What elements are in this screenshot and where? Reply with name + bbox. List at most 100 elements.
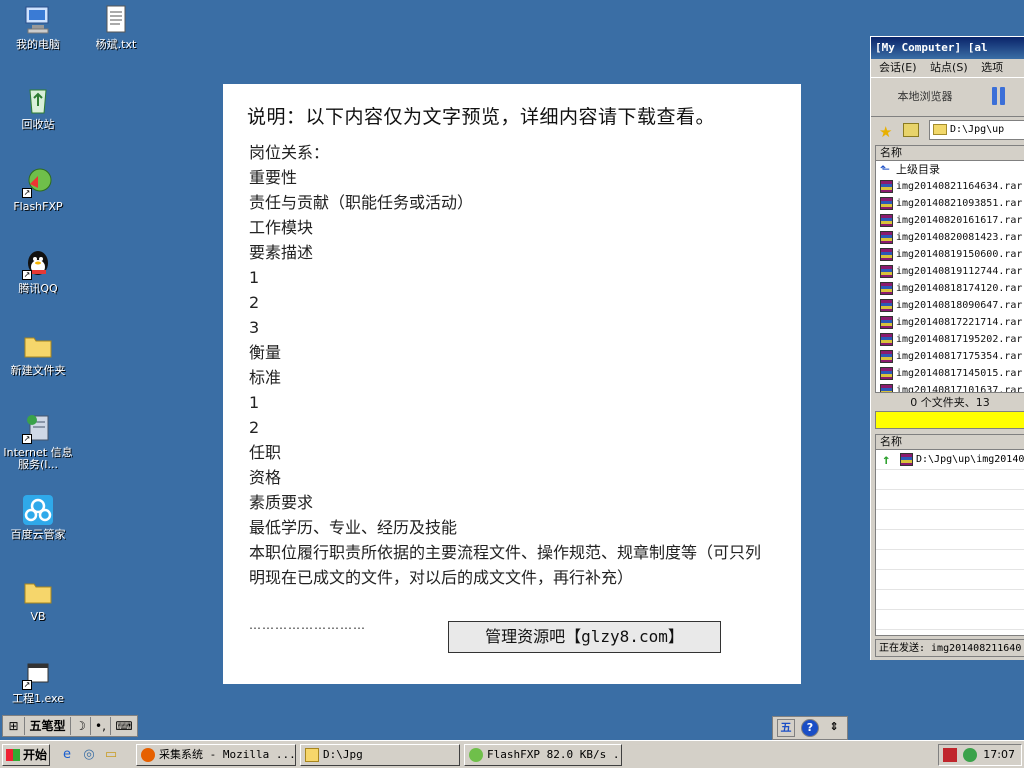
clock[interactable]: 17:07 (983, 745, 1015, 765)
window-title[interactable]: [My Computer] [al (871, 37, 1024, 59)
file-list: 名称 ⬑ 上级目录 img20140821164634.rar img201408… (875, 145, 1024, 393)
list-item[interactable]: img20140819150600.rar (876, 246, 1024, 263)
document-line: 1 (249, 393, 260, 412)
desktop-icon-qq[interactable]: ↗ 腾讯QQ (0, 248, 76, 295)
path-field[interactable]: D:\Jpg\up (929, 120, 1024, 140)
punctuation-toggle[interactable]: •, (91, 717, 111, 735)
rar-archive-icon (880, 197, 893, 210)
list-item-label: img20140820081423.rar (896, 232, 1023, 243)
task-flashfxp[interactable]: FlashFXP 82.0 KB/s ... (464, 744, 622, 766)
help-icon[interactable]: ? (801, 719, 819, 737)
menu-sites[interactable]: 站点(S) (930, 61, 968, 74)
system-tray: 17:07 (938, 744, 1022, 766)
pause-icon[interactable] (989, 87, 1009, 107)
ime-mode[interactable]: 五笔型 (25, 717, 71, 735)
options-arrow-icon[interactable]: ⇕ (825, 719, 843, 737)
desktop-icon-vb-folder[interactable]: VB (0, 576, 76, 623)
desktop-icon-label: 腾讯QQ (18, 282, 58, 295)
desktop-icon-label: 百度云管家 (10, 528, 66, 541)
list-item[interactable]: img20140820081423.rar (876, 229, 1024, 246)
desktop-icon-baidu-cloud[interactable]: 百度云管家 (0, 494, 76, 541)
list-item[interactable]: img20140817175354.rar (876, 348, 1024, 365)
text-file-icon (100, 4, 132, 36)
document-line: 岗位关系： (249, 143, 330, 162)
queue-item[interactable]: ↑ D:\Jpg\up\img20140 (876, 450, 1024, 470)
exe-icon: ↗ (22, 658, 54, 690)
download-banner[interactable]: 管理资源吧【glzy8.com】 (448, 621, 721, 653)
language-indicator[interactable]: 五 (777, 719, 795, 737)
task-folder[interactable]: D:\Jpg (300, 744, 460, 766)
shortcut-arrow-icon: ↗ (22, 188, 32, 198)
column-header-name[interactable]: 名称 (876, 146, 1024, 161)
shortcut-arrow-icon: ↗ (22, 270, 32, 280)
start-button[interactable]: 开始 (2, 744, 50, 766)
document-line: 衡量 (249, 343, 282, 362)
list-item-label: img20140818090647.rar (896, 300, 1023, 311)
explorer-folder-icon[interactable]: ▭ (102, 746, 120, 764)
list-item[interactable]: img20140819112744.rar (876, 263, 1024, 280)
desktop-icon-recycle-bin[interactable]: 回收站 (0, 84, 76, 131)
task-firefox[interactable]: 采集系统 - Mozilla ... (136, 744, 296, 766)
local-browser-button[interactable]: 本地浏览器 (877, 84, 973, 110)
list-item[interactable]: img20140820161617.rar (876, 212, 1024, 229)
document-title: 说明：以下内容仅为文字预览，详细内容请下载查看。 (247, 106, 716, 128)
ie-icon[interactable]: e (58, 746, 76, 764)
taskbar: 开始 e ◎ ▭ 采集系统 - Mozilla ... D:\Jpg Flash… (0, 740, 1024, 768)
flashfxp-icon: ↗ (22, 166, 54, 198)
queue-empty-row (876, 550, 1024, 570)
windows-logo-icon (6, 749, 20, 761)
queue-empty-row (876, 490, 1024, 510)
document-line: 素质要求 (249, 493, 314, 512)
list-item-label: img20140819112744.rar (896, 266, 1023, 277)
desktop-icon-label: 新建文件夹 (10, 364, 66, 377)
document-line: 1 (249, 268, 260, 287)
qq-icon: ↗ (22, 248, 54, 280)
queue-empty-row (876, 610, 1024, 630)
menu-session[interactable]: 会话(E) (879, 61, 917, 74)
rar-archive-icon (880, 299, 893, 312)
ime-logo-icon[interactable]: ⊞ (3, 717, 25, 735)
folder-icon (933, 124, 947, 135)
rar-archive-icon (880, 350, 893, 363)
rar-archive-icon (900, 453, 913, 466)
rar-archive-icon (880, 384, 893, 392)
desktop-icon-exe[interactable]: ↗ 工程1.exe (0, 658, 76, 705)
list-item[interactable]: img20140821164634.rar (876, 178, 1024, 195)
queue-column-header[interactable]: 名称 (876, 435, 1024, 450)
document-line: 最低学历、专业、经历及技能 (249, 518, 458, 537)
list-item-label: img20140817175354.rar (896, 351, 1023, 362)
list-item-label: img20140817101637.rar (896, 385, 1023, 393)
network-tray-icon[interactable] (963, 748, 977, 762)
soft-keyboard-icon[interactable]: ⌨ (111, 717, 137, 735)
document-line: 2 (249, 293, 260, 312)
list-item[interactable]: img20140818174120.rar (876, 280, 1024, 297)
favorite-star-icon[interactable]: ★ (879, 123, 892, 141)
menu-options[interactable]: 选项 (981, 61, 1003, 74)
send-status: 正在发送: img201408211640 (875, 639, 1024, 657)
list-item[interactable]: img20140817195202.rar (876, 331, 1024, 348)
ime-toolbar: ⊞ 五笔型 ☽ •, ⌨ (2, 715, 138, 737)
upload-arrow-icon: ↑ (882, 452, 891, 468)
firefox-icon (141, 748, 155, 762)
list-item[interactable]: img20140817145015.rar (876, 365, 1024, 382)
outlook-icon[interactable]: ◎ (80, 746, 98, 764)
desktop-icon-label: FlashFXP (13, 200, 63, 213)
list-item[interactable]: img20140817221714.rar (876, 314, 1024, 331)
desktop-icon-iis[interactable]: ↗ Internet 信息服务(I... (0, 412, 76, 471)
menu-bar: 会话(E) 站点(S) 选项 (871, 59, 1024, 77)
antivirus-tray-icon[interactable] (943, 748, 957, 762)
desktop-icon-new-folder[interactable]: 新建文件夹 (0, 330, 76, 377)
desktop-icon-text-file[interactable]: 杨斌.txt (78, 4, 154, 51)
half-width-moon-icon[interactable]: ☽ (71, 717, 91, 735)
list-item-parent-dir[interactable]: ⬑ 上级目录 (876, 161, 1024, 178)
document-ellipsis: ……………………… (249, 618, 366, 632)
up-folder-icon[interactable] (903, 123, 919, 137)
list-item[interactable]: img20140821093851.rar (876, 195, 1024, 212)
list-item[interactable]: img20140818090647.rar (876, 297, 1024, 314)
list-item[interactable]: img20140817101637.rar (876, 382, 1024, 393)
desktop-icon-label: 我的电脑 (16, 38, 60, 51)
my-computer-icon (22, 4, 54, 36)
desktop-icon-flashfxp[interactable]: ↗ FlashFXP (0, 166, 76, 213)
queue-empty-row (876, 590, 1024, 610)
desktop-icon-my-computer[interactable]: 我的电脑 (0, 4, 76, 51)
